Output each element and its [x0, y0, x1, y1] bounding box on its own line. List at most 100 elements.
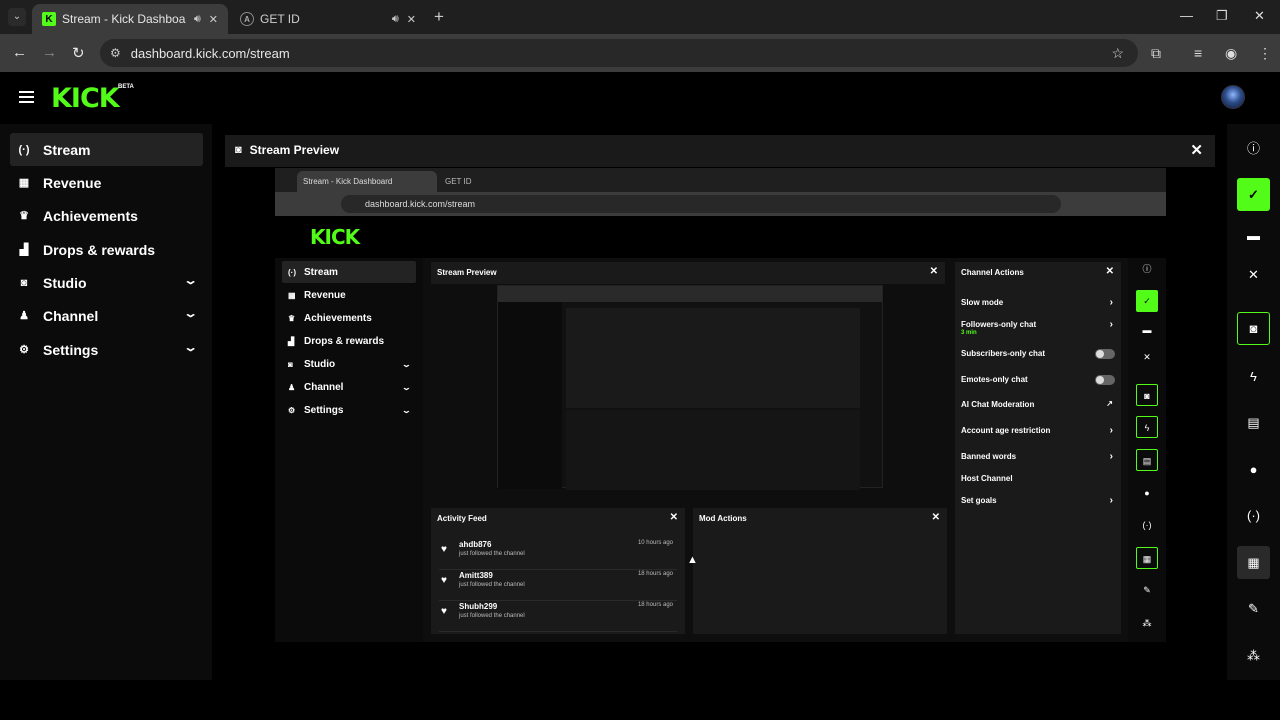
browser-tab-bar: ⌄ K Stream - Kick Dashboard 🔊︎ ✕ A GET I…: [0, 0, 1280, 34]
toggle-switch: [1095, 375, 1115, 385]
share-icon[interactable]: ⁂: [1237, 639, 1270, 672]
sidebar: (·) Stream ▦ Revenue ♛ Achievements ▟ Dr…: [0, 124, 212, 680]
chevron-down-icon[interactable]: ⌄: [183, 341, 198, 354]
sidebar-item-label: Revenue: [43, 174, 102, 191]
restore-icon[interactable]: ❐: [1216, 8, 1228, 24]
close-panel-icon[interactable]: ✕: [1190, 141, 1203, 159]
tab-stream-kick-dashboard[interactable]: K Stream - Kick Dashboard 🔊︎ ✕: [32, 4, 228, 34]
extensions-icon[interactable]: ⧉: [1151, 45, 1161, 62]
audio-icon[interactable]: 🔊︎: [392, 13, 399, 26]
forward-icon[interactable]: →: [42, 44, 57, 61]
settings-icon: ⚙: [288, 405, 296, 415]
broadcast-icon: (·): [1142, 520, 1152, 530]
tab-search-button[interactable]: ⌄: [8, 8, 26, 26]
embedded-nav-label: Drops & rewards: [304, 335, 385, 347]
lightning-icon: ϟ: [1136, 416, 1158, 438]
kick-favicon-icon: K: [42, 12, 56, 26]
sidebar-item-revenue[interactable]: ▦ Revenue: [10, 166, 203, 199]
panel-title: Stream Preview: [249, 143, 340, 157]
preview-icon: ◙: [235, 144, 242, 156]
sidebar-item-studio[interactable]: ◙ Studio ⌄: [10, 266, 203, 299]
close-tab-icon[interactable]: ✕: [209, 13, 218, 26]
embedded-nav-item: ♛ Achievements: [282, 307, 416, 329]
sidebar-item-stream[interactable]: (·) Stream: [10, 133, 203, 166]
external-link-icon: ↗: [1106, 399, 1113, 408]
chat-icon[interactable]: ●: [1237, 453, 1270, 486]
channel-action-followers-only: Followers-only chat 3 min ›: [961, 319, 1113, 336]
stream-preview-toggle-icon[interactable]: ◙: [1237, 312, 1270, 345]
notes-icon[interactable]: ▤: [1237, 406, 1270, 439]
nested-sidebar: [498, 302, 562, 489]
activity-user: ahdb876: [459, 540, 492, 549]
profile-icon[interactable]: ◉: [1225, 45, 1237, 62]
info-icon[interactable]: ⓘ: [1237, 132, 1270, 165]
stream-preview-panel: ◙ Stream Preview ✕: [225, 135, 1215, 167]
embedded-stream-preview-panel: Stream Preview ✕: [431, 262, 945, 284]
tab-title: GET ID: [260, 12, 300, 26]
activity-text: just followed the channel: [459, 582, 525, 588]
trophy-icon: ♛: [19, 210, 29, 222]
channel-action-ai-moderation: AI Chat Moderation ↗: [961, 399, 1113, 409]
sidebar-item-achievements[interactable]: ♛ Achievements: [10, 199, 203, 232]
nested-lower-panels: [566, 410, 860, 490]
menu-kebab-icon[interactable]: ⋮: [1258, 45, 1272, 62]
close-tab-icon[interactable]: ✕: [407, 13, 416, 26]
panel-icon[interactable]: ▦: [1237, 546, 1270, 579]
lightning-icon[interactable]: ϟ: [1237, 360, 1270, 393]
user-avatar[interactable]: [1221, 85, 1245, 109]
nested-preview-image: [497, 285, 883, 490]
channel-action-set-goals: Set goals ›: [961, 495, 1113, 506]
embedded-activity-feed: Activity Feed ✕ ♥ ahdb876 just followed …: [431, 508, 685, 634]
embedded-nav-item: ▟ Drops & rewards: [282, 330, 416, 352]
bottom-strip: [0, 680, 1280, 720]
stream-preview-video[interactable]: Stream - Kick Dashboard GET ID dashboard…: [275, 168, 1166, 642]
getid-favicon-icon: A: [240, 12, 254, 26]
embedded-nav-label: Settings: [304, 404, 344, 416]
audio-icon[interactable]: 🔊︎: [194, 13, 201, 26]
embedded-panel-title: Stream Preview: [437, 268, 497, 277]
chevron-right-icon: ›: [1109, 495, 1113, 506]
browser-toolbar: ← → ↻ ⚙ dashboard.kick.com/stream ☆ ⧉ ≡ …: [0, 34, 1280, 72]
embedded-mod-actions: Mod Actions ✕: [693, 508, 947, 634]
site-info-icon[interactable]: ⚙: [110, 46, 121, 60]
bookmark-star-icon[interactable]: ☆: [1111, 45, 1124, 62]
close-icon[interactable]: ✕: [1237, 258, 1270, 291]
layout-icon[interactable]: ▬: [1237, 219, 1270, 252]
info-icon: ⓘ: [1142, 264, 1152, 274]
sidebar-item-label: Studio: [43, 274, 87, 291]
close-icon: ✕: [1143, 352, 1151, 362]
sidebar-item-drops-rewards[interactable]: ▟ Drops & rewards: [10, 233, 203, 266]
sidebar-item-channel[interactable]: ♟ Channel ⌄: [10, 299, 203, 332]
channel-action-host-channel: Host Channel: [961, 474, 1013, 483]
activity-time: 18 hours ago: [637, 571, 673, 577]
close-window-icon[interactable]: ✕: [1254, 8, 1265, 24]
back-icon[interactable]: ←: [12, 44, 27, 61]
tab-get-id[interactable]: A GET ID 🔊︎ ✕: [230, 4, 426, 34]
new-tab-button[interactable]: +: [434, 7, 444, 27]
embedded-tab-bar: Stream - Kick Dashboard GET ID: [275, 168, 1166, 192]
chevron-down-icon[interactable]: ⌄: [183, 307, 198, 320]
minimize-icon[interactable]: —: [1180, 8, 1193, 23]
address-bar[interactable]: ⚙ dashboard.kick.com/stream ☆: [100, 39, 1138, 67]
kick-logo[interactable]: KICK: [51, 83, 120, 114]
wrench-icon[interactable]: ✎: [1237, 592, 1270, 625]
hamburger-menu-icon[interactable]: [19, 91, 34, 103]
embedded-channel-actions: Channel Actions ✕ Slow mode › Followers-o…: [955, 262, 1121, 634]
embedded-tab: Stream - Kick Dashboard: [297, 171, 437, 192]
activity-row: ♥ Shubh299 just followed the channel 18 …: [439, 602, 677, 632]
check-icon[interactable]: ✓: [1237, 178, 1270, 211]
chevron-down-icon[interactable]: ⌄: [183, 274, 198, 287]
chat-icon: ●: [1144, 488, 1150, 498]
heart-icon: ♥: [441, 575, 447, 586]
reload-icon[interactable]: ↻: [72, 44, 85, 62]
heart-icon: ♥: [441, 606, 447, 617]
embedded-tab: GET ID: [439, 171, 579, 192]
chevron-down-icon: ⌄: [401, 405, 412, 415]
sidebar-item-settings[interactable]: ⚙ Settings ⌄: [10, 333, 203, 366]
chevron-down-icon: ⌄: [401, 359, 412, 369]
studio-icon: ◙: [20, 276, 28, 289]
sidebar-item-label: Settings: [43, 341, 99, 358]
activity-user: Amitt389: [459, 571, 493, 580]
broadcast-icon[interactable]: (·): [1237, 499, 1270, 532]
media-control-icon[interactable]: ≡: [1194, 45, 1202, 61]
